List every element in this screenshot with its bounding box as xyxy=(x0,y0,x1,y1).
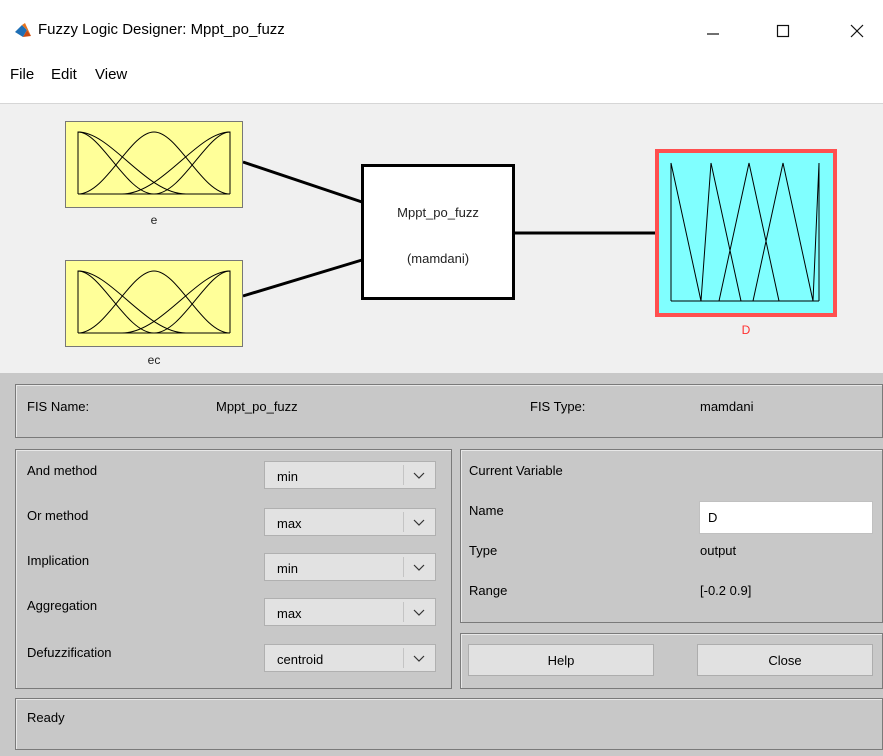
close-window-button[interactable] xyxy=(834,12,880,50)
chevron-down-icon xyxy=(413,609,425,616)
input-ec-label: ec xyxy=(147,353,161,367)
defuzzification-value: centroid xyxy=(277,652,324,667)
and-method-value: min xyxy=(277,469,298,484)
aggregation-label: Aggregation xyxy=(27,598,98,613)
aggregation-value: max xyxy=(277,606,302,621)
defuzzification-label: Defuzzification xyxy=(27,645,112,660)
connector-e xyxy=(242,160,363,204)
chevron-down-icon xyxy=(413,655,425,662)
input-e-box[interactable] xyxy=(65,121,243,208)
menu-view[interactable]: View xyxy=(95,66,127,83)
implication-dropdown[interactable]: min xyxy=(264,553,436,581)
variable-name-label: Name xyxy=(469,503,504,518)
status-box xyxy=(15,698,883,750)
output-d-label: D xyxy=(741,323,751,337)
variable-name-input[interactable] xyxy=(699,501,873,534)
minimize-icon xyxy=(707,33,719,35)
current-variable-heading: Current Variable xyxy=(469,463,563,478)
or-method-dropdown[interactable]: max xyxy=(264,508,436,536)
maximize-icon xyxy=(776,24,790,38)
chevron-down-icon xyxy=(413,519,425,526)
membership-functions-icon xyxy=(77,131,231,195)
and-method-dropdown[interactable]: min xyxy=(264,461,436,489)
close-icon xyxy=(850,24,864,38)
output-d-box[interactable] xyxy=(655,149,837,317)
and-method-label: And method xyxy=(27,463,98,478)
maximize-button[interactable] xyxy=(760,12,806,50)
system-name: Mppt_po_fuzz xyxy=(397,205,479,220)
menu-edit[interactable]: Edit xyxy=(51,66,77,83)
triangular-membership-icon xyxy=(670,162,820,302)
window-title: Fuzzy Logic Designer: Mppt_po_fuzz xyxy=(38,21,285,38)
status-text: Ready xyxy=(27,710,65,725)
menu-bar xyxy=(0,58,883,92)
system-block[interactable]: Mppt_po_fuzz (mamdani) xyxy=(361,164,515,300)
chevron-down-icon xyxy=(413,564,425,571)
input-ec-box[interactable] xyxy=(65,260,243,347)
aggregation-dropdown[interactable]: max xyxy=(264,598,436,626)
variable-range-value: [-0.2 0.9] xyxy=(700,583,752,598)
help-button[interactable]: Help xyxy=(468,644,654,676)
fis-name-value: Mppt_po_fuzz xyxy=(216,399,298,414)
or-method-value: max xyxy=(277,516,302,531)
matlab-icon xyxy=(15,23,31,37)
close-button[interactable]: Close xyxy=(697,644,873,676)
variable-type-label: Type xyxy=(469,543,498,558)
implication-value: min xyxy=(277,561,298,576)
fis-name-label: FIS Name: xyxy=(27,399,90,414)
defuzzification-dropdown[interactable]: centroid xyxy=(264,644,436,672)
menu-file[interactable]: File xyxy=(10,66,34,83)
or-method-label: Or method xyxy=(27,508,89,523)
fis-type-label: FIS Type: xyxy=(530,399,586,414)
implication-label: Implication xyxy=(27,553,90,568)
connector-ec xyxy=(242,258,363,298)
input-e-label: e xyxy=(150,213,158,227)
chevron-down-icon xyxy=(413,472,425,479)
fis-type-value: mamdani xyxy=(700,399,754,414)
minimize-button[interactable] xyxy=(690,12,736,50)
system-type: (mamdani) xyxy=(406,251,470,266)
membership-functions-icon xyxy=(77,270,231,334)
variable-type-value: output xyxy=(700,543,737,558)
variable-range-label: Range xyxy=(469,583,508,598)
